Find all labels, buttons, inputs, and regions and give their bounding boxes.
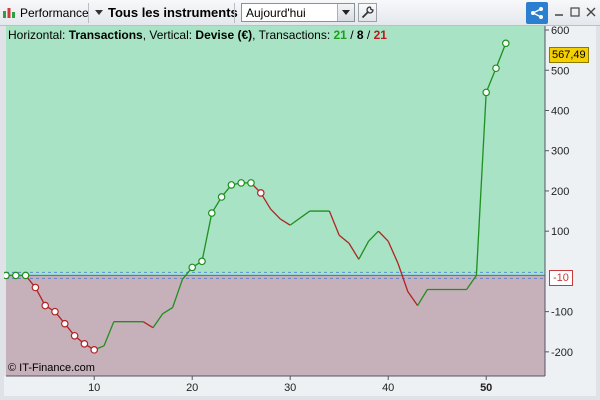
share-icon[interactable] — [526, 2, 548, 24]
y-tick-label: -100 — [551, 307, 573, 319]
zero-value-badge: -10 — [549, 270, 573, 286]
trade-marker — [188, 263, 197, 272]
x-tick-label: 50 — [480, 382, 492, 394]
trade-marker — [247, 179, 255, 187]
trade-marker — [482, 88, 491, 97]
y-axis-panel — [545, 26, 596, 396]
transactions-total: 21 — [333, 28, 347, 42]
period-value: Aujourd'hui — [246, 6, 306, 20]
y-tick-label: 600 — [551, 26, 569, 37]
performance-label: Performance — [20, 6, 89, 20]
performance-chart[interactable]: 600 500 400 300 200 100 -100 -200 10 20 30 40 50 — [4, 26, 596, 396]
y-tick-label: 300 — [551, 146, 569, 158]
y-tick-label: 400 — [551, 105, 569, 117]
trade-marker — [227, 181, 236, 189]
trade-marker — [256, 189, 265, 197]
loss-zone — [6, 275, 545, 376]
trade-marker — [60, 319, 69, 328]
y-tick-label: 200 — [551, 186, 569, 198]
performance-menu[interactable]: Performance — [2, 5, 89, 21]
trade-marker — [51, 307, 59, 316]
trade-marker — [492, 64, 500, 73]
trade-marker — [90, 346, 99, 354]
instruments-dropdown[interactable]: Tous les instruments — [95, 5, 238, 20]
trade-marker — [198, 257, 206, 266]
chart-info-line: Horizontal: Transactions, Vertical: Devi… — [8, 28, 387, 42]
instruments-label: Tous les instruments — [108, 5, 238, 20]
trade-marker — [31, 283, 40, 292]
trade-marker — [501, 39, 510, 48]
x-axis-panel — [4, 376, 545, 396]
trade-marker — [70, 331, 79, 340]
copyright-text: © IT-Finance.com — [8, 362, 95, 374]
trade-marker — [12, 271, 20, 280]
dropdown-arrow-icon — [95, 9, 103, 16]
close-icon[interactable] — [584, 4, 598, 20]
maximize-icon[interactable] — [568, 4, 582, 20]
profit-zone — [6, 26, 545, 276]
x-tick-label: 40 — [382, 382, 394, 394]
period-select[interactable]: Aujourd'hui — [241, 3, 355, 22]
info-separator: / — [346, 28, 357, 42]
trade-marker — [208, 209, 216, 217]
x-tick-label: 10 — [88, 382, 100, 394]
info-horizontal-prefix: Horizontal: — [8, 28, 69, 42]
transactions-mid: 8 — [356, 28, 364, 42]
y-tick-label: 500 — [551, 65, 569, 77]
info-transactions-prefix: , Transactions: — [252, 28, 334, 42]
info-horizontal-value: Transactions — [68, 28, 143, 42]
transactions-last: 21 — [373, 28, 387, 42]
chart-icon — [2, 6, 16, 20]
trade-marker — [41, 301, 50, 310]
trade-marker — [4, 271, 10, 280]
select-arrow-icon[interactable] — [337, 4, 354, 21]
chart-svg: 600 500 400 300 200 100 -100 -200 10 20 30 40 50 — [4, 26, 596, 396]
x-tick-label: 30 — [284, 382, 296, 394]
info-vertical-value: Devise (€) — [195, 28, 253, 42]
wrench-icon[interactable] — [358, 3, 377, 22]
y-tick-label: -200 — [551, 347, 573, 359]
trade-marker — [237, 179, 246, 187]
x-tick-label: 20 — [186, 382, 198, 394]
toolbar-separator — [234, 3, 235, 23]
trade-marker — [80, 340, 89, 348]
toolbar: Performance Tous les instruments Aujourd… — [0, 0, 600, 26]
last-value-badge: 567,49 — [549, 47, 589, 63]
info-vertical-prefix: , Vertical: — [142, 28, 196, 42]
trade-marker — [217, 193, 226, 201]
minimize-icon[interactable] — [552, 4, 566, 20]
info-separator: / — [363, 28, 374, 42]
y-tick-label: 100 — [551, 226, 569, 238]
trade-marker — [21, 271, 30, 280]
toolbar-separator — [88, 3, 89, 23]
